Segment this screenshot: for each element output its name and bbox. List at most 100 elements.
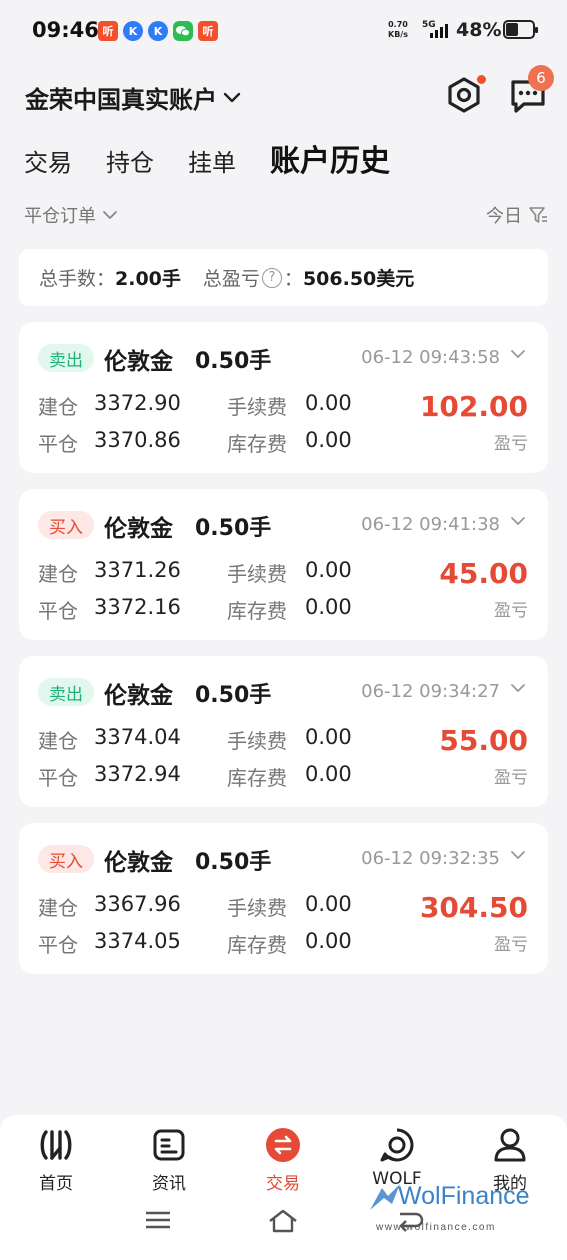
period-filter[interactable]: 今日 <box>486 202 548 228</box>
settings-alert-dot <box>477 75 486 84</box>
message-count-badge: 6 <box>528 65 554 91</box>
close-label: 平仓 <box>38 599 78 623</box>
profile-icon <box>494 1128 526 1162</box>
watermark-url: www.wolfinance.com <box>376 1222 496 1233</box>
order-pnl: 45.00 <box>439 557 528 590</box>
order-symbol: 伦敦金 <box>104 683 173 709</box>
filter-row: 平仓订单 今日 <box>24 202 548 228</box>
settings-button[interactable] <box>444 75 486 115</box>
signal-bars-icon <box>430 24 448 38</box>
status-time: 09:46 <box>32 18 99 42</box>
summary-bar: 总手数： 2.00手 总盈亏 ? ： 506.50美元 <box>19 249 548 306</box>
swap-label: 库存费 <box>227 766 287 790</box>
trade-icon <box>266 1128 300 1162</box>
network-speed: 0.70 KB/s <box>388 20 408 39</box>
close-price: 3374.05 <box>94 929 181 953</box>
status-bar: 09:46 听 K K 听 0.70 KB/s 5G 48% <box>0 0 567 60</box>
open-price: 3372.90 <box>94 391 181 415</box>
order-type-dropdown[interactable]: 平仓订单 <box>24 202 118 228</box>
close-price: 3372.16 <box>94 595 181 619</box>
wolfinance-logo-icon <box>370 1184 400 1210</box>
side-tag-sell: 卖出 <box>38 344 94 372</box>
tab-pending-orders[interactable]: 挂单 <box>188 143 236 178</box>
total-pnl-value: 506.50美元 <box>302 268 415 290</box>
nav-news[interactable]: 资讯 <box>124 1125 214 1194</box>
battery-percent: 48% <box>456 19 502 41</box>
total-pnl-colon: ： <box>283 268 303 290</box>
trade-tabs: 交易 持仓 挂单 账户历史 <box>24 136 424 180</box>
order-card[interactable]: 卖出 伦敦金 0.50手 06-12 09:34:27 建仓 3374.04 手… <box>19 656 548 807</box>
period-label: 今日 <box>486 206 522 227</box>
news-icon <box>153 1129 185 1161</box>
order-pnl: 102.00 <box>419 390 528 423</box>
open-label: 建仓 <box>38 729 78 753</box>
side-tag-sell: 卖出 <box>38 678 94 706</box>
open-price: 3367.96 <box>94 892 181 916</box>
wechat-icon <box>173 21 193 41</box>
open-label: 建仓 <box>38 395 78 419</box>
menu-gesture-icon[interactable] <box>144 1208 172 1232</box>
nav-home-label: 首页 <box>39 1174 73 1194</box>
order-card[interactable]: 买入 伦敦金 0.50手 06-12 09:32:35 建仓 3367.96 手… <box>19 823 548 974</box>
open-price: 3374.04 <box>94 725 181 749</box>
fee-label: 手续费 <box>227 896 287 920</box>
k-app-icon: K <box>123 21 143 41</box>
chevron-down-icon[interactable] <box>510 516 526 526</box>
watermark: WolFinance www.wolfinance.com <box>368 1178 548 1238</box>
swap-label: 库存费 <box>227 432 287 456</box>
nav-news-label: 资讯 <box>152 1174 186 1194</box>
order-card[interactable]: 买入 伦敦金 0.50手 06-12 09:41:38 建仓 3371.26 手… <box>19 489 548 640</box>
fee-value: 0.00 <box>305 892 352 916</box>
notification-icons: 听 K K 听 <box>98 21 218 41</box>
order-symbol: 伦敦金 <box>104 850 173 876</box>
home-gesture-icon[interactable] <box>267 1208 299 1234</box>
fee-value: 0.00 <box>305 725 352 749</box>
watermark-brand: WolFinance <box>398 1182 530 1210</box>
fee-label: 手续费 <box>227 395 287 419</box>
listen-app-icon: 听 <box>198 21 218 41</box>
open-price: 3371.26 <box>94 558 181 582</box>
order-time: 06-12 09:43:58 <box>361 347 500 368</box>
swap-value: 0.00 <box>305 929 352 953</box>
wolf-icon <box>380 1128 414 1162</box>
order-type-label: 平仓订单 <box>24 206 96 227</box>
order-card[interactable]: 卖出 伦敦金 0.50手 06-12 09:43:58 建仓 3372.90 手… <box>19 322 548 473</box>
total-pnl-label: 总盈亏 <box>202 268 260 290</box>
chevron-down-icon[interactable] <box>510 349 526 359</box>
tab-trade[interactable]: 交易 <box>24 143 72 178</box>
nav-trade[interactable]: 交易 <box>238 1125 328 1194</box>
tab-positions[interactable]: 持仓 <box>106 143 154 178</box>
nav-trade-label: 交易 <box>266 1174 300 1194</box>
side-tag-buy: 买入 <box>38 845 94 873</box>
order-lots: 0.50手 <box>195 683 272 708</box>
order-pnl: 55.00 <box>439 724 528 757</box>
swap-label: 库存费 <box>227 599 287 623</box>
chevron-down-icon[interactable] <box>510 683 526 693</box>
close-label: 平仓 <box>38 432 78 456</box>
order-symbol: 伦敦金 <box>104 349 173 375</box>
nav-home[interactable]: 首页 <box>11 1125 101 1194</box>
chevron-down-icon[interactable] <box>510 850 526 860</box>
account-selector[interactable]: 金荣中国真实账户 <box>25 80 241 115</box>
swap-value: 0.00 <box>305 428 352 452</box>
fee-value: 0.00 <box>305 391 352 415</box>
order-symbol: 伦敦金 <box>104 516 173 542</box>
chevron-down-icon <box>103 211 117 219</box>
order-lots: 0.50手 <box>195 349 272 374</box>
order-lots: 0.50手 <box>195 850 272 875</box>
help-icon[interactable]: ? <box>261 267 282 288</box>
fee-label: 手续费 <box>227 729 287 753</box>
close-price: 3372.94 <box>94 762 181 786</box>
pnl-label: 盈亏 <box>494 601 528 621</box>
swap-value: 0.00 <box>305 595 352 619</box>
chevron-down-icon <box>223 92 241 102</box>
close-price: 3370.86 <box>94 428 181 452</box>
open-label: 建仓 <box>38 562 78 586</box>
order-pnl: 304.50 <box>419 891 528 924</box>
account-name: 金荣中国真实账户 <box>25 86 217 114</box>
battery-icon <box>503 20 538 39</box>
close-label: 平仓 <box>38 766 78 790</box>
tab-account-history[interactable]: 账户历史 <box>270 136 390 180</box>
order-time: 06-12 09:32:35 <box>361 848 500 869</box>
home-logo-icon <box>40 1130 72 1160</box>
